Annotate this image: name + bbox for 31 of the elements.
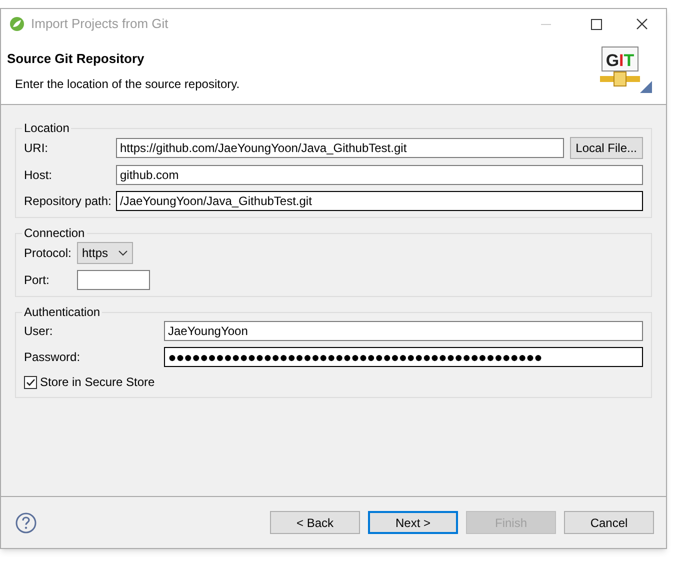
dialog-button[interactable]: Next > bbox=[368, 511, 458, 534]
dialog-button[interactable]: Cancel bbox=[564, 511, 654, 534]
text-field[interactable]: https://github.com/JaeYoungYoon/Java_GithubTest.git bbox=[116, 138, 564, 158]
field-label: Port: bbox=[24, 272, 50, 289]
group-legend: Location bbox=[22, 119, 72, 137]
maximize-icon[interactable] bbox=[591, 18, 602, 30]
checkbox[interactable] bbox=[24, 376, 37, 388]
text-field[interactable]: github.com bbox=[116, 165, 643, 185]
field-label: Host: bbox=[24, 167, 54, 184]
page-title: Source Git Repository bbox=[7, 50, 146, 68]
leaf-icon bbox=[9, 16, 25, 32]
field-label: Password: bbox=[24, 349, 82, 366]
page-description: Enter the location of the source repository. bbox=[15, 76, 241, 92]
field-label: User: bbox=[24, 323, 54, 340]
group-legend: Connection bbox=[22, 224, 87, 242]
text-field[interactable] bbox=[77, 270, 150, 290]
group-legend: Authentication bbox=[22, 303, 102, 321]
dialog-button[interactable]: < Back bbox=[270, 511, 360, 534]
field-label: URI: bbox=[24, 140, 49, 157]
help-icon[interactable] bbox=[15, 512, 37, 534]
window-title: Import Projects from Git bbox=[31, 15, 168, 34]
text-field[interactable]: /JaeYoungYoon/Java_GithubTest.git bbox=[116, 191, 643, 211]
checkbox-label: Store in Secure Store bbox=[40, 374, 155, 391]
text-field[interactable]: ●●●●●●●●●●●●●●●●●●●●●●●●●●●●●●●●●●●●●●●●●●●●●●● bbox=[164, 347, 643, 367]
local-file-button[interactable]: Local File... bbox=[570, 137, 643, 159]
close-icon[interactable] bbox=[636, 18, 648, 30]
chevron-down-icon bbox=[118, 250, 128, 256]
protocol-dropdown[interactable]: https bbox=[77, 242, 133, 264]
text-field[interactable]: JaeYoungYoon bbox=[164, 321, 643, 341]
field-label: Repository path: bbox=[24, 193, 112, 210]
field-label: Protocol: bbox=[24, 245, 72, 262]
